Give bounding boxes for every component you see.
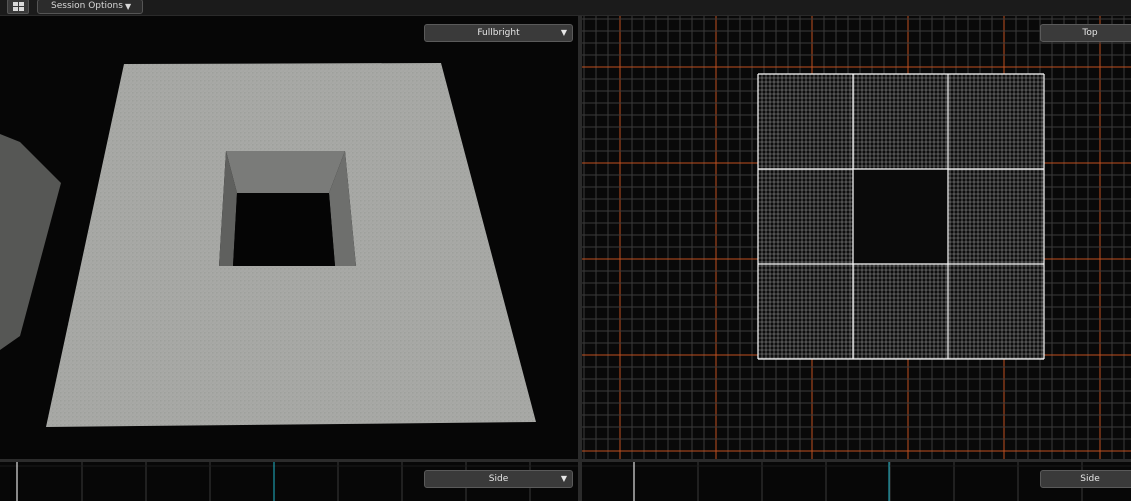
side-viewport-right[interactable]: Side — [582, 462, 1131, 501]
session-options-label: Session Options — [51, 1, 123, 11]
hole-back-wall — [226, 151, 345, 193]
session-options-button[interactable]: Session Options ▼ — [37, 0, 143, 14]
viewport-layout-button[interactable] — [7, 0, 29, 14]
viewport-divider-vertical[interactable] — [578, 16, 582, 501]
side-view-label-left: Side — [488, 474, 509, 484]
chevron-down-icon: ▼ — [124, 2, 132, 11]
top-toolbar: Session Options ▼ — [0, 0, 1131, 16]
side-viewport-left[interactable]: Side ▼ — [0, 462, 578, 501]
side-view-dropdown-left[interactable]: Side ▼ — [424, 470, 573, 488]
top-view-label: Top — [1082, 28, 1098, 38]
top-view-dropdown[interactable]: Top — [1040, 24, 1131, 42]
top-grid — [582, 16, 1131, 459]
side-object — [0, 134, 61, 350]
top-viewport[interactable]: Top — [582, 16, 1131, 459]
view-mode-dropdown[interactable]: Fullbright ▼ — [424, 24, 573, 42]
side-view-label-right: Side — [1080, 474, 1100, 484]
perspective-viewport[interactable]: Fullbright ▼ — [0, 16, 578, 459]
mesh-hole — [854, 170, 947, 263]
side-view-dropdown-right[interactable]: Side — [1040, 470, 1131, 488]
grid-layout-icon — [13, 2, 24, 11]
hole-opening — [233, 193, 335, 266]
chevron-down-icon: ▼ — [560, 28, 567, 37]
chevron-down-icon: ▼ — [560, 474, 567, 483]
perspective-scene — [0, 63, 536, 427]
view-mode-label: Fullbright — [477, 28, 520, 38]
